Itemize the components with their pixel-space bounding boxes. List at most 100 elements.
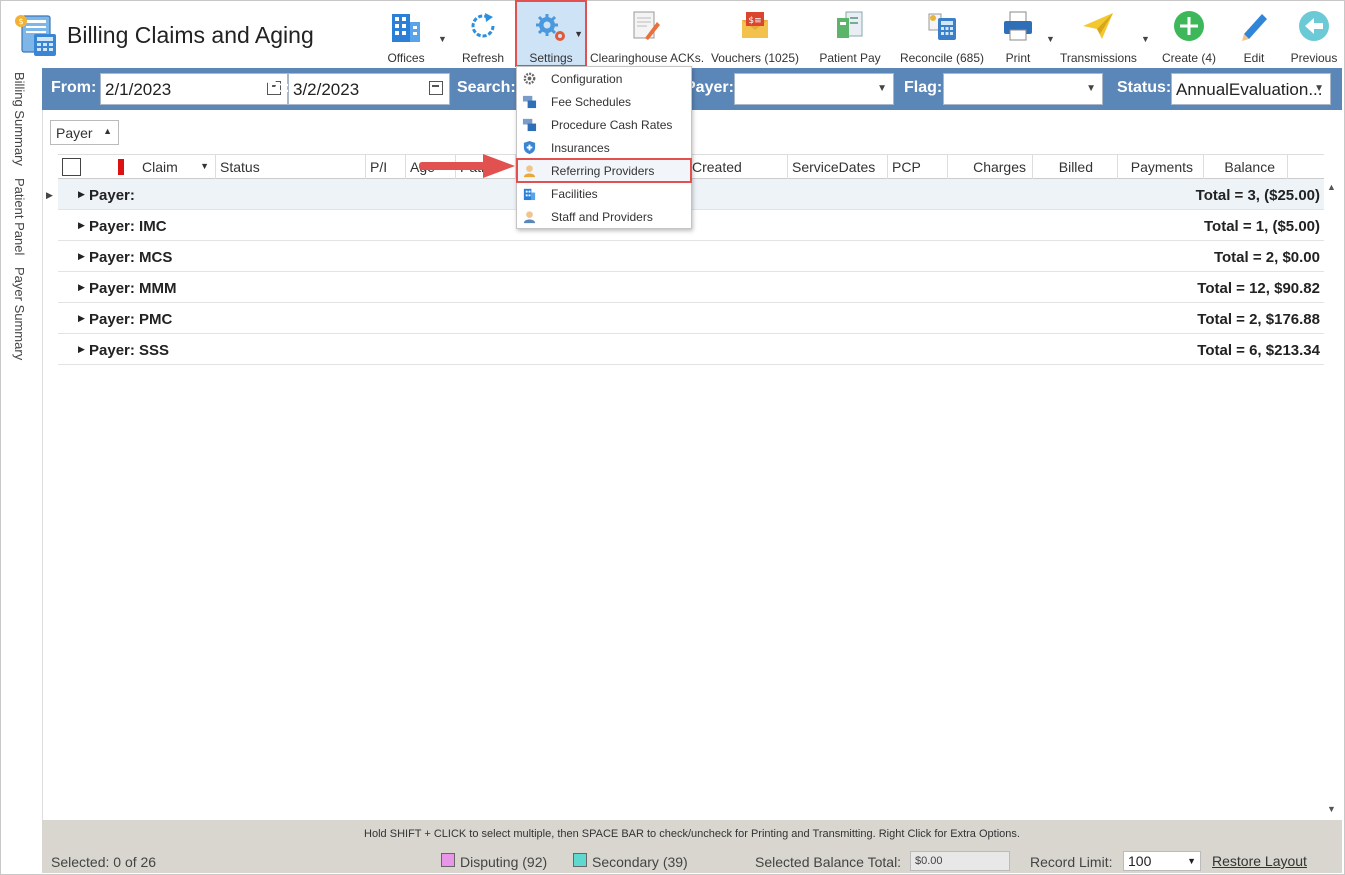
- expand-icon[interactable]: ▶: [78, 313, 85, 324]
- cash-rates-icon: [522, 118, 537, 132]
- selected-count: Selected: 0 of 26: [51, 854, 157, 870]
- record-limit-select[interactable]: 100 ▼: [1123, 851, 1201, 871]
- back-arrow-icon: [1299, 11, 1329, 41]
- disputing-legend: Disputing (92): [460, 854, 548, 870]
- chevron-down-icon: ▼: [1086, 83, 1096, 94]
- group-row[interactable]: ▶ Payer: MCS Total = 2, $0.00: [58, 241, 1324, 272]
- offices-button[interactable]: Offices: [380, 6, 432, 66]
- filter-dropdown-icon[interactable]: ▼: [200, 161, 209, 171]
- to-label: To:: [266, 79, 290, 96]
- expand-icon[interactable]: ▶: [78, 282, 85, 293]
- transmissions-button[interactable]: Transmissions: [1060, 6, 1137, 66]
- expand-icon[interactable]: ▶: [78, 220, 85, 231]
- building-icon: [523, 188, 536, 201]
- reconcile-button[interactable]: Reconcile (685): [896, 6, 988, 66]
- flag-select[interactable]: ▼: [943, 73, 1103, 105]
- menu-item-fee-schedules[interactable]: Fee Schedules: [517, 90, 691, 113]
- voucher-envelope-icon: $≡: [742, 12, 768, 38]
- column-billed[interactable]: Billed: [1033, 155, 1118, 179]
- fee-schedule-icon: [522, 95, 537, 109]
- sort-ascending-icon: ▲: [103, 126, 112, 136]
- shield-icon: [523, 140, 536, 155]
- settings-menu: Configuration Fee Schedules Procedure Ca…: [516, 66, 692, 229]
- print-button[interactable]: Print: [996, 6, 1040, 66]
- menu-item-insurances[interactable]: Insurances: [517, 136, 691, 159]
- group-row[interactable]: ▶ Payer: PMC Total = 2, $176.88: [58, 303, 1324, 334]
- vouchers-button[interactable]: $≡ Vouchers (1025): [710, 6, 800, 66]
- column-service-dates[interactable]: ServiceDates: [788, 155, 888, 179]
- secondary-legend: Secondary (39): [592, 854, 688, 870]
- group-row[interactable]: ▶ Payer: SSS Total = 6, $213.34: [58, 334, 1324, 365]
- menu-item-procedure-cash-rates[interactable]: Procedure Cash Rates: [517, 113, 691, 136]
- select-all-checkbox[interactable]: [62, 158, 81, 176]
- flag-label: Flag:: [904, 79, 943, 96]
- tab-patient-panel[interactable]: Patient Panel: [12, 178, 27, 255]
- current-row-indicator-icon: ▶: [46, 190, 53, 200]
- create-button[interactable]: Create (4): [1160, 6, 1218, 66]
- restore-layout-link[interactable]: Restore Layout: [1212, 853, 1307, 869]
- clearinghouse-acks-button[interactable]: Clearinghouse ACKs.: [590, 6, 704, 66]
- tab-billing-summary[interactable]: Billing Summary: [12, 72, 27, 166]
- printer-icon: [1004, 11, 1032, 41]
- selected-balance-label: Selected Balance Total:: [755, 854, 902, 870]
- settings-gears-icon: [536, 14, 565, 41]
- offices-building-icon: [392, 14, 420, 42]
- transmissions-dropdown-icon[interactable]: ▼: [1141, 34, 1150, 44]
- flag-column-icon: [118, 159, 124, 175]
- settings-dropdown-icon[interactable]: ▼: [574, 29, 583, 39]
- column-pcp[interactable]: PCP: [888, 155, 948, 179]
- menu-item-referring-providers[interactable]: Referring Providers: [516, 158, 692, 183]
- status-select[interactable]: AnnualEvaluation... ▼: [1171, 73, 1331, 105]
- offices-dropdown-icon[interactable]: ▼: [438, 34, 447, 44]
- expand-icon[interactable]: ▶: [78, 344, 85, 355]
- paper-plane-icon: [1083, 13, 1113, 39]
- column-payments[interactable]: Payments: [1118, 155, 1204, 179]
- staff-icon: [523, 211, 536, 224]
- gear-icon: [523, 72, 536, 85]
- expand-icon[interactable]: ▶: [78, 251, 85, 262]
- document-edit-icon: [633, 11, 660, 40]
- scroll-up-icon[interactable]: ▲: [1327, 182, 1336, 192]
- pencil-icon: [1242, 14, 1267, 41]
- column-pi[interactable]: P/I: [366, 155, 406, 179]
- payer-select[interactable]: ▼: [734, 73, 894, 105]
- plus-circle-icon: [1174, 11, 1204, 41]
- selection-hint: Hold SHIFT + CLICK to select multiple, t…: [364, 828, 1020, 840]
- print-dropdown-icon[interactable]: ▼: [1046, 34, 1055, 44]
- patient-pay-button[interactable]: Patient Pay: [815, 6, 885, 66]
- from-date-field[interactable]: 2/1/2023: [100, 73, 288, 105]
- tab-payer-summary[interactable]: Payer Summary: [12, 267, 27, 360]
- menu-item-staff-and-providers[interactable]: Staff and Providers: [517, 205, 691, 228]
- group-by-payer-chip[interactable]: Payer ▲: [50, 120, 119, 145]
- selected-balance-field: $0.00: [910, 851, 1010, 871]
- provider-icon: [523, 165, 536, 178]
- column-balance[interactable]: Balance: [1204, 155, 1288, 179]
- chevron-down-icon: ▼: [877, 83, 887, 94]
- filter-bar: From: 2/1/2023 To: 3/2/2023 Search: Paye…: [42, 68, 1342, 110]
- settings-button[interactable]: Settings ▼: [515, 0, 587, 67]
- calendar-icon[interactable]: [429, 81, 443, 95]
- secondary-swatch: [573, 853, 587, 867]
- column-created[interactable]: Created: [688, 155, 788, 179]
- scroll-down-icon[interactable]: ▼: [1327, 804, 1336, 814]
- toolbar: Offices ▼ Refresh Settings ▼ Clearinghou…: [0, 0, 1345, 67]
- group-row[interactable]: ▶ Payer: MMM Total = 12, $90.82: [58, 272, 1324, 303]
- column-charges[interactable]: Charges: [948, 155, 1033, 179]
- from-label: From:: [51, 79, 97, 96]
- menu-item-configuration[interactable]: Configuration: [517, 67, 691, 90]
- column-status[interactable]: Status: [216, 155, 366, 179]
- to-date-field[interactable]: 3/2/2023: [288, 73, 450, 105]
- patient-pay-icon: [837, 11, 863, 38]
- column-claim[interactable]: Claim ▼: [138, 155, 216, 179]
- disputing-swatch: [441, 853, 455, 867]
- previous-button[interactable]: Previous: [1288, 6, 1340, 66]
- search-label: Search:: [457, 79, 516, 96]
- menu-item-facilities[interactable]: Facilities: [517, 182, 691, 205]
- refresh-icon: [471, 13, 495, 38]
- svg-text:$≡: $≡: [748, 16, 761, 26]
- edit-button[interactable]: Edit: [1232, 6, 1276, 66]
- expand-icon[interactable]: ▶: [78, 189, 85, 200]
- side-tabs: Billing Summary Patient Panel Payer Summ…: [12, 72, 34, 372]
- payer-label: Payer:: [685, 79, 734, 96]
- refresh-button[interactable]: Refresh: [458, 6, 508, 66]
